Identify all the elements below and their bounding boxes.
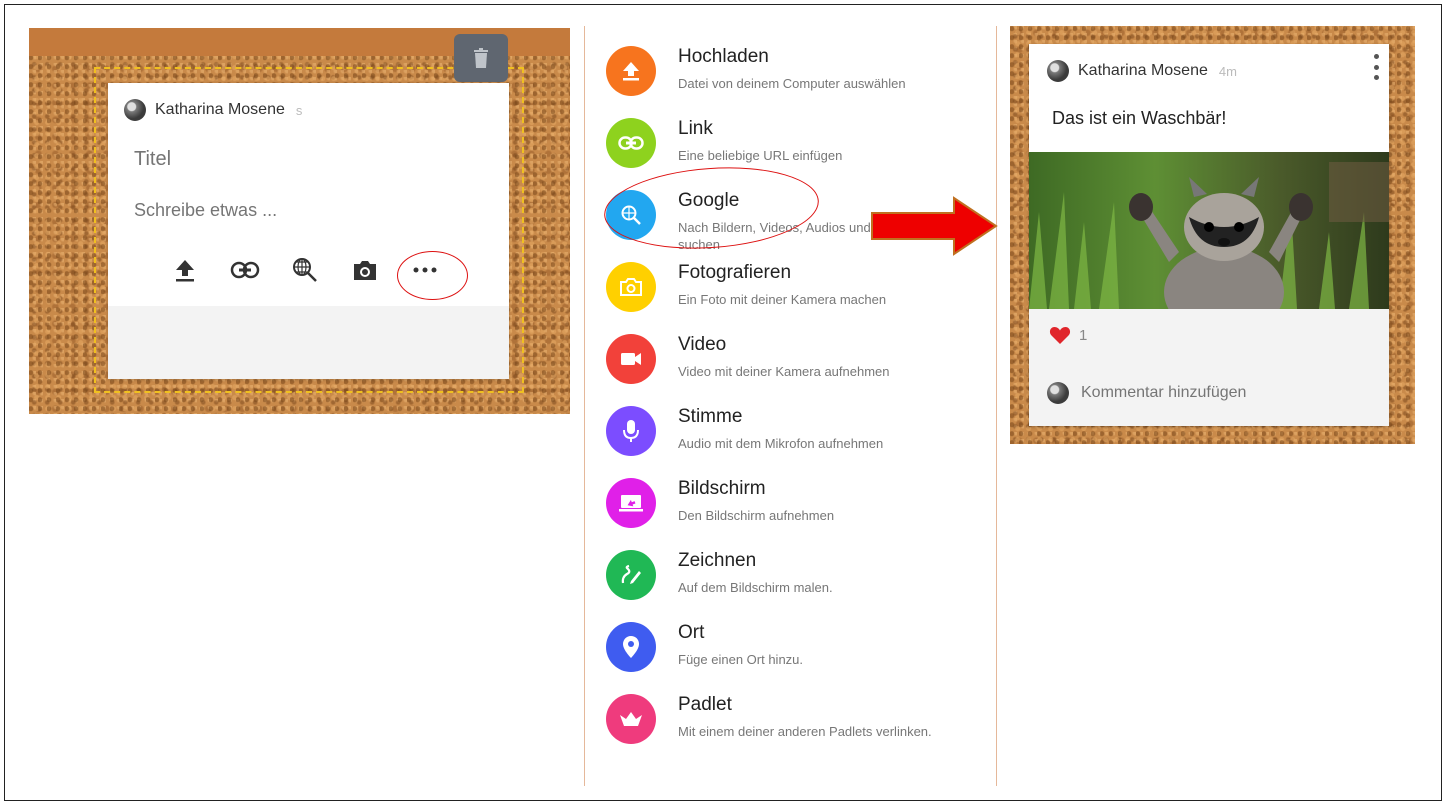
likes: 1 [1049,325,1087,345]
location-pin-icon [623,636,639,658]
menu-item-label: Stimme [678,406,743,427]
screen-record-icon [619,495,643,512]
web-search-button[interactable] [290,255,320,285]
comment-row [1047,382,1363,404]
link-icon [618,136,644,150]
divider-left [584,26,585,786]
delete-button[interactable] [454,34,508,82]
video-camera-icon [621,353,641,365]
trash-icon [474,48,488,68]
menu-item-ort[interactable]: Ort Füge einen Ort hinzu. [600,616,980,688]
post-card[interactable]: Katharina Mosene 4m Das ist ein Waschbär… [1029,44,1389,426]
upload-button[interactable] [170,255,200,285]
menu-item-description: Den Bildschirm aufnehmen [678,508,835,523]
menu-item-video[interactable]: Video Video mit deiner Kamera aufnehmen [600,328,980,400]
like-count: 1 [1079,326,1088,344]
post-author: Katharina Mosene 4m [1047,60,1237,82]
menu-icon-circle [606,406,656,456]
camera-icon [620,278,642,296]
menu-item-description: Video mit deiner Kamera aufnehmen [678,364,890,379]
menu-item-link[interactable]: Link Eine beliebige URL einfügen [600,112,980,184]
microphone-icon [623,420,639,442]
highlight-circle-more [397,251,468,300]
menu-icon-circle [606,262,656,312]
body-input[interactable] [132,199,476,222]
draw-icon [621,564,641,584]
menu-item-description: Füge einen Ort hinzu. [678,652,804,667]
compose-card: Katharina Mosene s [108,83,509,379]
menu-item-description: Eine beliebige URL einfügen [678,148,843,163]
divider-right [996,26,997,786]
menu-icon-circle [606,622,656,672]
menu-icon-circle [606,478,656,528]
upload-icon [176,260,194,282]
menu-item-label: Link [678,118,713,139]
menu-item-description: Mit einem deiner anderen Padlets verlink… [678,724,932,739]
menu-icon-circle [606,118,656,168]
menu-item-label: Zeichnen [678,550,757,571]
menu-item-label: Padlet [678,694,732,715]
menu-item-label: Hochladen [678,46,769,67]
post-time: s [295,102,303,118]
menu-icon-circle [606,334,656,384]
camera-button[interactable] [350,255,380,285]
menu-item-hochladen[interactable]: Hochladen Datei von deinem Computer ausw… [600,40,980,112]
menu-item-stimme[interactable]: Stimme Audio mit dem Mikrofon aufnehmen [600,400,980,472]
link-button[interactable] [230,255,260,285]
heart-icon[interactable] [1049,325,1071,345]
menu-item-bildschirm[interactable]: Bildschirm Den Bildschirm aufnehmen [600,472,980,544]
menu-item-zeichnen[interactable]: Zeichnen Auf dem Bildschirm malen. [600,544,980,616]
author-name: Katharina Mosene [155,101,285,118]
more-vertical-icon[interactable] [1371,54,1381,80]
compose-footer [108,306,509,379]
title-input[interactable] [132,147,476,172]
attachment-menu: Hochladen Datei von deinem Computer ausw… [600,40,980,760]
upload-icon [623,62,639,81]
menu-icon-circle [606,46,656,96]
menu-item-label: Bildschirm [678,478,766,499]
post-text: Das ist ein Waschbär! [1052,108,1227,128]
raccoon-image [1029,152,1389,309]
post-footer: 1 [1029,309,1389,426]
menu-item-padlet[interactable]: Padlet Mit einem deiner anderen Padlets … [600,688,980,760]
menu-item-fotografieren[interactable]: Fotografieren Ein Foto mit deiner Kamera… [600,256,980,328]
arrow-right-icon [871,196,998,256]
menu-item-description: Ein Foto mit deiner Kamera machen [678,292,887,307]
menu-item-description: Datei von deinem Computer auswählen [678,76,906,91]
avatar [1047,382,1069,404]
menu-icon-circle [606,550,656,600]
padlet-icon [620,712,642,726]
web-search-icon [293,258,317,282]
menu-item-description: Audio mit dem Mikrofon aufnehmen [678,436,884,451]
comment-input[interactable] [1079,383,1363,403]
menu-item-description: Auf dem Bildschirm malen. [678,580,833,595]
compose-author: Katharina Mosene s [124,99,302,121]
avatar [124,99,146,121]
menu-item-label: Ort [678,622,705,643]
menu-item-label: Video [678,334,727,355]
camera-icon [354,261,376,280]
author-name: Katharina Mosene [1078,62,1208,79]
avatar [1047,60,1069,82]
menu-item-label: Fotografieren [678,262,792,283]
menu-icon-circle [606,694,656,744]
post-time: 4m [1218,63,1237,79]
link-icon [230,261,260,279]
